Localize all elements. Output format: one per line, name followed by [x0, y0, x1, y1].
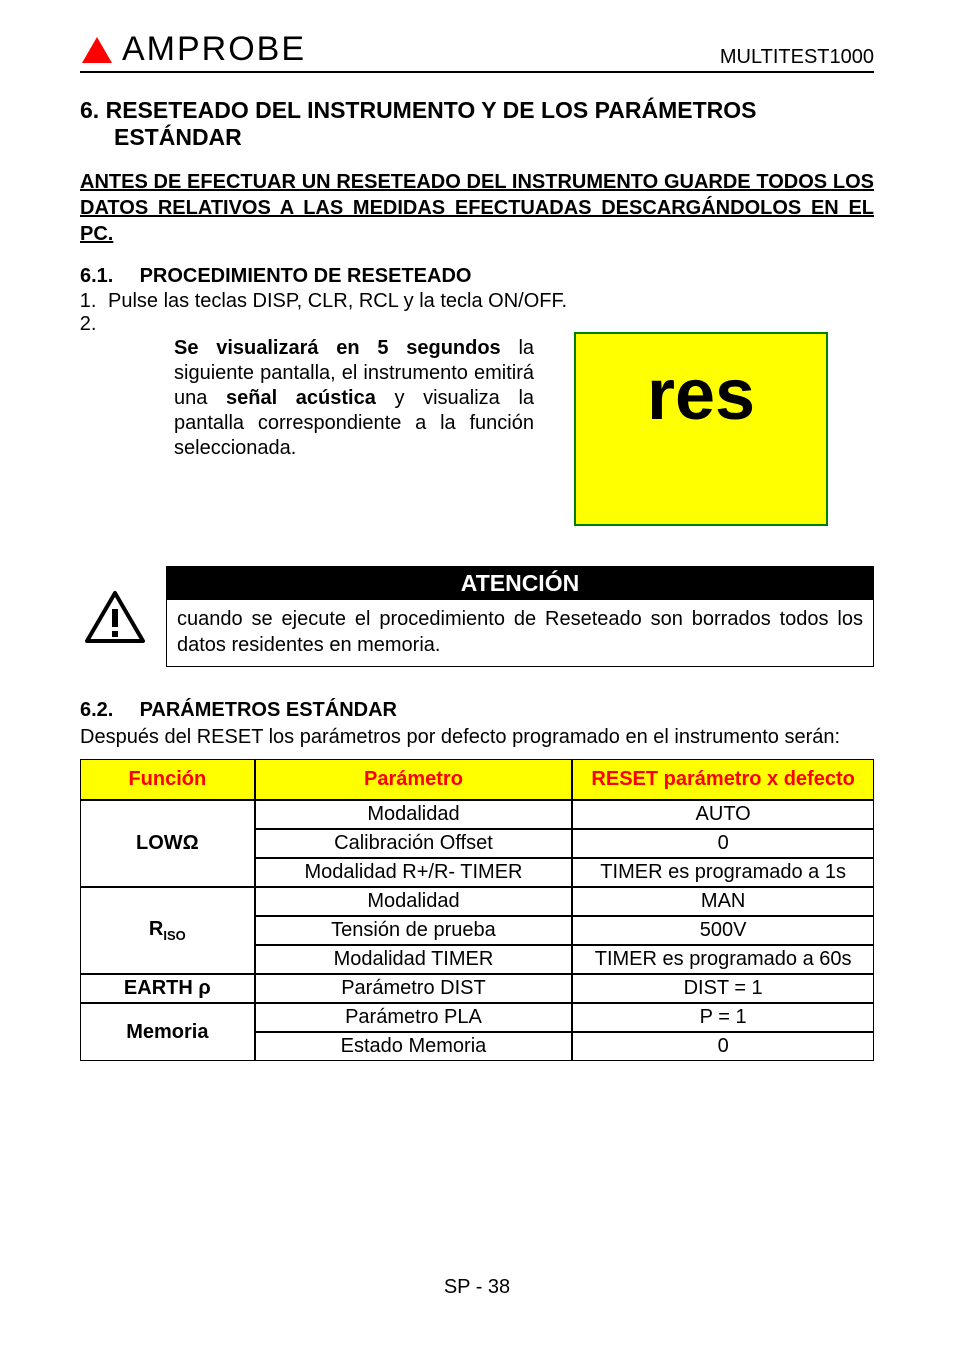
attention-body: cuando se ejecute el procedimiento de Re… — [167, 600, 873, 666]
cell-val: TIMER es programado a 60s — [572, 945, 874, 974]
func-low-label: LOWΩ — [136, 832, 199, 854]
subsection-6-2: 6.2. PARÁMETROS ESTÁNDAR — [80, 699, 874, 722]
cell-param: Modalidad R+/R- TIMER — [255, 858, 573, 887]
cell-val: AUTO — [572, 800, 874, 829]
th-funcion: Función — [80, 759, 255, 800]
cell-val: 0 — [572, 1032, 874, 1061]
step-1: Pulse las teclas DISP, CLR, RCL y la tec… — [102, 290, 874, 313]
screen-text: res — [647, 354, 755, 436]
th-reset: RESET parámetro x defecto — [572, 759, 874, 800]
pre-reset-warning: ANTES DE EFECTUAR UN RESETEADO DEL INSTR… — [80, 169, 874, 247]
func-memoria: Memoria — [80, 1003, 255, 1061]
cell-param: Calibración Offset — [255, 829, 573, 858]
parameters-table: Función Parámetro RESET parámetro x defe… — [80, 759, 874, 1061]
section-num: 6. — [80, 97, 99, 123]
cell-val: 500V — [572, 916, 874, 945]
cell-param: Parámetro DIST — [255, 974, 573, 1003]
attention-title: ATENCIÓN — [167, 567, 873, 600]
func-low: LOWΩ — [80, 800, 255, 887]
desc-bold1: Se visualizará en 5 segundos — [174, 337, 501, 359]
subsection-6-2-intro: Después del RESET los parámetros por def… — [80, 726, 874, 749]
th-parametro: Parámetro — [255, 759, 573, 800]
func-earth: EARTH ρ — [80, 974, 255, 1003]
cell-val: MAN — [572, 887, 874, 916]
brand-logo: AMPROBE — [80, 30, 306, 69]
model-name: MULTITEST1000 — [720, 46, 874, 69]
page-header: AMPROBE MULTITEST1000 — [80, 30, 874, 73]
reset-description: Se visualizará en 5 segundos la siguient… — [174, 336, 534, 461]
desc-bold2: señal acústica — [226, 387, 376, 409]
reset-steps: Pulse las teclas DISP, CLR, RCL y la tec… — [80, 290, 874, 336]
cell-param: Estado Memoria — [255, 1032, 573, 1061]
brand-text: AMPROBE — [122, 30, 306, 69]
cell-val: 0 — [572, 829, 874, 858]
attention-box: ATENCIÓN cuando se ejecute el procedimie… — [166, 566, 874, 667]
cell-param: Modalidad — [255, 887, 573, 916]
cell-param: Tensión de prueba — [255, 916, 573, 945]
instrument-screen: res — [574, 332, 828, 526]
section-6-title: 6. RESETEADO DEL INSTRUMENTO Y DE LOS PA… — [80, 97, 874, 151]
page-footer: SP - 38 — [0, 1276, 954, 1299]
section-title-line2: ESTÁNDAR — [80, 124, 242, 150]
cell-val: P = 1 — [572, 1003, 874, 1032]
subsection-6-1-title: PROCEDIMIENTO DE RESETEADO — [140, 265, 472, 287]
cell-param: Modalidad — [255, 800, 573, 829]
cell-param: Modalidad TIMER — [255, 945, 573, 974]
cell-param: Parámetro PLA — [255, 1003, 573, 1032]
subsection-6-2-title: PARÁMETROS ESTÁNDAR — [140, 699, 397, 721]
triangle-icon — [80, 35, 114, 65]
cell-val: TIMER es programado a 1s — [572, 858, 874, 887]
section-title-line1: RESETEADO DEL INSTRUMENTO Y DE LOS PARÁM… — [106, 97, 757, 123]
subsection-6-1: 6.1. PROCEDIMIENTO DE RESETEADO — [80, 265, 874, 288]
func-riso: RISO — [80, 887, 255, 974]
subsection-6-1-num: 6.1. — [80, 265, 134, 288]
subsection-6-2-num: 6.2. — [80, 699, 134, 722]
cell-val: DIST = 1 — [572, 974, 874, 1003]
warning-icon — [80, 566, 150, 667]
